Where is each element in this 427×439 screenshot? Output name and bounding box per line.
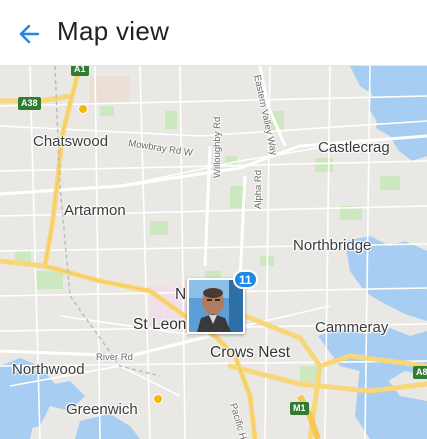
route-shield-a38: A38 [18, 97, 41, 110]
app-bar: Map view [0, 0, 427, 66]
route-shield-m1: M1 [290, 402, 309, 415]
suburb-label-artarmon: Artarmon [64, 202, 126, 219]
arrow-left-icon [19, 24, 40, 44]
suburb-label-chatswood: Chatswood [33, 133, 109, 150]
map-view[interactable]: Chatswood Artarmon Castlecrag Northbridg… [0, 66, 427, 439]
photo-count-badge: 11 [233, 270, 258, 289]
photo-thumbnail [189, 280, 243, 332]
suburb-label-northbridge: Northbridge [293, 237, 372, 254]
page-title: Map view [57, 16, 170, 46]
suburb-label-castlecrag: Castlecrag [318, 139, 390, 156]
back-button[interactable] [10, 15, 48, 53]
poi-marker[interactable] [78, 104, 88, 114]
suburb-label-cammeray: Cammeray [315, 319, 389, 336]
suburb-label-st-leonards: St Leon [133, 316, 187, 333]
road-label-alpha: Alpha Rd [253, 169, 264, 209]
route-shield-a8: A8 [413, 366, 427, 379]
poi-marker[interactable] [153, 394, 163, 404]
suburb-label-greenwich: Greenwich [66, 401, 138, 418]
suburb-label-crows-nest: Crows Nest [210, 344, 291, 361]
suburb-label-northwood: Northwood [12, 361, 85, 378]
suburb-label-naremburn: N [175, 286, 187, 303]
road-label-willoughby: Willoughby Rd [212, 116, 223, 178]
road-label-river: River Rd [96, 352, 133, 363]
route-shield-a1: A1 [71, 66, 89, 76]
